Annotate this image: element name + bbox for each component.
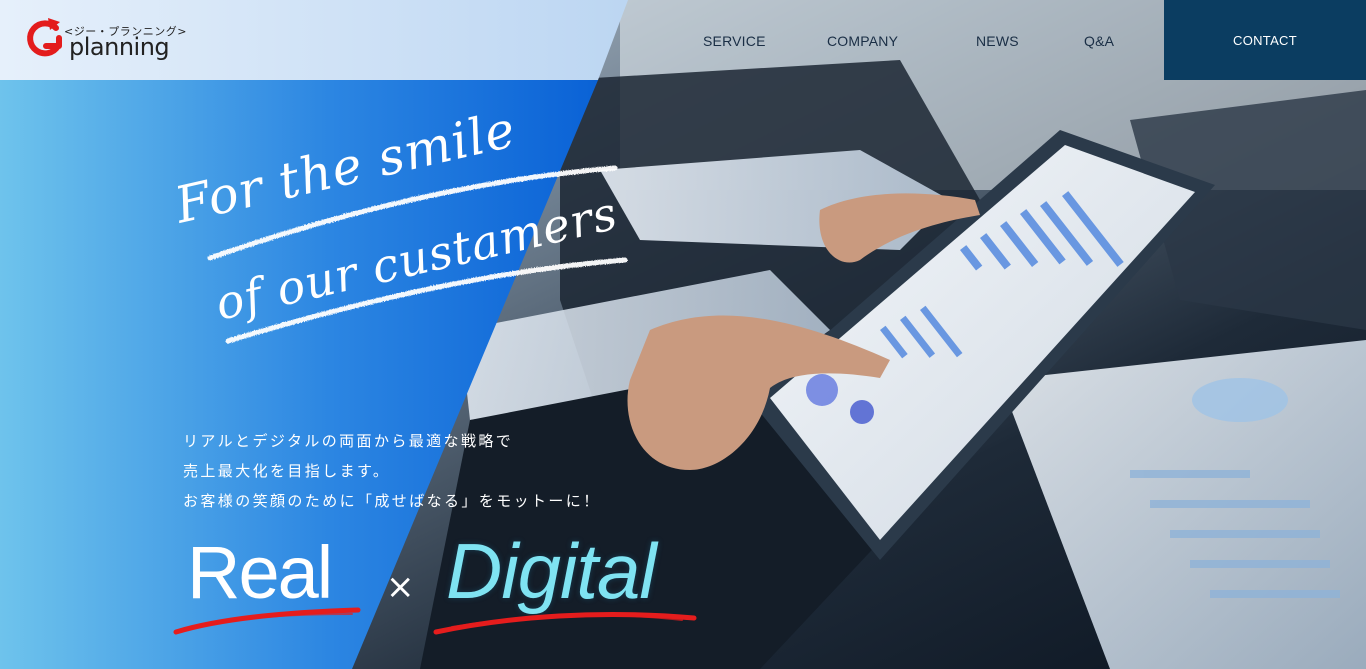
hero-section: For the smile of our custamers リアルとデジタルの… bbox=[0, 0, 1366, 669]
contact-button[interactable]: CONTACT bbox=[1164, 0, 1366, 80]
digital-heading: Digital bbox=[446, 527, 657, 615]
real-red-underline bbox=[173, 607, 361, 635]
nav-qa-link[interactable]: Q&A bbox=[1084, 33, 1114, 49]
nav-company-link[interactable]: COMPANY bbox=[827, 33, 898, 49]
hero-tagline: For the smile of our custamers bbox=[170, 108, 628, 344]
hero-description-line: リアルとデジタルの両面から最適な戦略で bbox=[183, 432, 514, 450]
hero-description-line: お客様の笑顔のために「成せばなる」をモットーに！ bbox=[183, 492, 601, 510]
hero-description: リアルとデジタルの両面から最適な戦略で 売上最大化を目指します。 お客様の笑顔の… bbox=[183, 426, 603, 516]
real-heading: Real bbox=[187, 531, 333, 614]
hero-description-line: 売上最大化を目指します。 bbox=[183, 462, 391, 480]
logo-wordmark: planning bbox=[69, 33, 170, 61]
site-header: <ジー・プランニング> planning SERVICE COMPANY NEW… bbox=[0, 0, 1366, 80]
nav-service-link[interactable]: SERVICE bbox=[703, 33, 766, 49]
site-logo[interactable]: <ジー・プランニング> planning bbox=[22, 14, 186, 68]
contact-button-label: CONTACT bbox=[1233, 32, 1297, 48]
nav-news-link[interactable]: NEWS bbox=[976, 33, 1019, 49]
logo-mark-icon bbox=[27, 18, 62, 57]
digital-red-underline bbox=[433, 611, 697, 635]
times-symbol: × bbox=[386, 567, 415, 607]
